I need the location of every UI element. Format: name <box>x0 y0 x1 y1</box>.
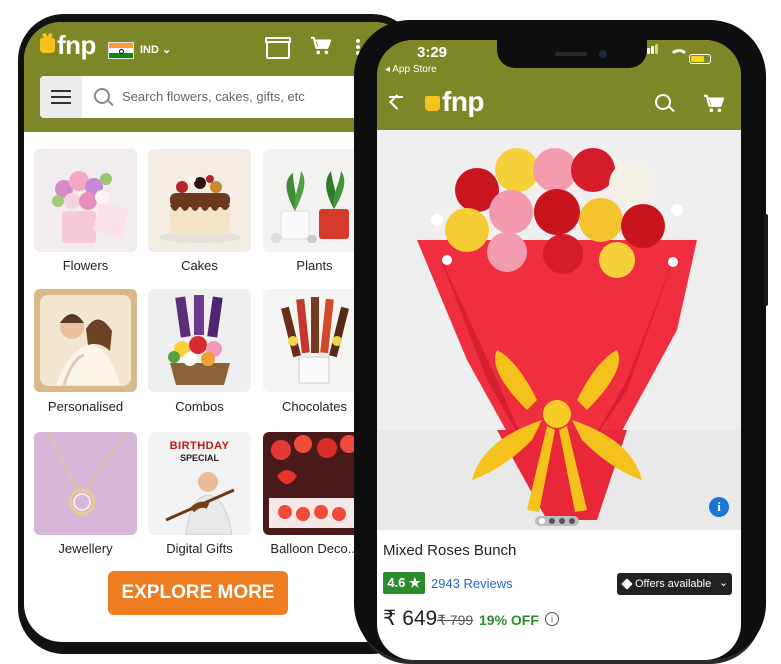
chevron-down-icon: ⌄ <box>719 577 729 589</box>
flowers-image <box>34 149 137 252</box>
birthday-banner-text: BIRTHDAY <box>169 440 230 452</box>
gift-icon[interactable] <box>265 37 291 59</box>
rating-badge: 4.6 ★ <box>383 572 425 594</box>
info-icon[interactable]: i <box>709 497 729 517</box>
reviews-link[interactable]: 2943 Reviews <box>431 576 513 591</box>
special-banner-text: SPECIAL <box>179 453 219 463</box>
product-image[interactable] <box>377 130 741 530</box>
mixed-roses-bouquet-image <box>377 130 741 530</box>
cart-icon[interactable] <box>703 94 725 114</box>
fnp-logo-text[interactable]: fnp <box>442 86 485 118</box>
category-label: Cakes <box>181 258 218 273</box>
image-carousel-dots[interactable] <box>535 516 579 526</box>
fnp-logo-icon[interactable] <box>40 38 55 53</box>
category-chocolates-tile[interactable] <box>263 289 366 392</box>
category-digital-gifts-tile[interactable]: BIRTHDAY SPECIAL <box>148 432 251 535</box>
category-label: Flowers <box>62 258 109 273</box>
jewellery-image <box>34 432 137 535</box>
chocolates-image <box>263 289 366 392</box>
explore-more-button[interactable]: EXPLORE MORE <box>108 571 288 615</box>
product-header: 3:29 ◂ App Store fnp <box>377 40 741 130</box>
hamburger-menu-icon[interactable] <box>40 76 82 118</box>
search-input[interactable]: Search flowers, cakes, gifts, etc <box>122 89 305 104</box>
category-combos-tile[interactable] <box>148 289 251 392</box>
notch-speaker <box>555 52 587 56</box>
search-icon[interactable] <box>655 94 671 110</box>
battery-icon <box>689 54 711 64</box>
side-button <box>764 214 768 306</box>
personalised-image <box>34 289 137 392</box>
back-to-app-store-link[interactable]: ◂ App Store <box>385 64 437 75</box>
offers-label: Offers available <box>635 578 712 590</box>
search-bar[interactable]: Search flowers, cakes, gifts, etc <box>40 76 400 118</box>
fnp-logo-text[interactable]: fnp <box>57 30 96 61</box>
category-flowers-tile[interactable] <box>34 149 137 252</box>
category-cakes-tile[interactable] <box>148 149 251 252</box>
search-icon <box>94 88 110 104</box>
product-title: Mixed Roses Bunch <box>383 542 517 559</box>
category-jewellery-tile[interactable] <box>34 432 137 535</box>
category-label: Jewellery <box>58 541 113 556</box>
back-arrow-icon[interactable] <box>389 96 403 98</box>
category-plants-tile[interactable] <box>263 149 366 252</box>
tag-icon <box>621 578 633 590</box>
category-label: Combos <box>175 399 224 414</box>
notch-camera <box>599 50 607 58</box>
cakes-image <box>148 149 251 252</box>
plants-image <box>263 149 366 252</box>
balloon-deco-image <box>263 432 366 535</box>
original-price: ₹ 799 <box>437 612 474 628</box>
category-balloon-deco-tile[interactable] <box>263 432 366 535</box>
category-label: Digital Gifts <box>166 541 233 556</box>
offers-dropdown[interactable]: Offers available ⌄ <box>617 573 732 595</box>
price: ₹ 649 <box>383 607 438 630</box>
wifi-icon <box>669 49 689 69</box>
price-info-icon[interactable]: i <box>545 612 559 626</box>
fnp-logo-icon[interactable] <box>425 96 440 111</box>
cart-icon[interactable] <box>310 36 332 56</box>
status-time: 3:29 <box>417 44 448 61</box>
discount-label: 19% OFF <box>479 612 539 628</box>
category-label: Personalised <box>47 399 124 414</box>
combos-image <box>148 289 251 392</box>
india-flag-icon[interactable] <box>108 42 134 59</box>
more-vertical-icon[interactable] <box>356 39 360 43</box>
country-code: IND <box>140 44 159 56</box>
country-selector[interactable]: IND ⌄ <box>140 43 171 56</box>
product-screen: 3:29 ◂ App Store fnp i Mixed Roses Bunch… <box>377 40 741 660</box>
category-personalised-tile[interactable] <box>34 289 137 392</box>
chevron-down-icon: ⌄ <box>162 44 172 56</box>
